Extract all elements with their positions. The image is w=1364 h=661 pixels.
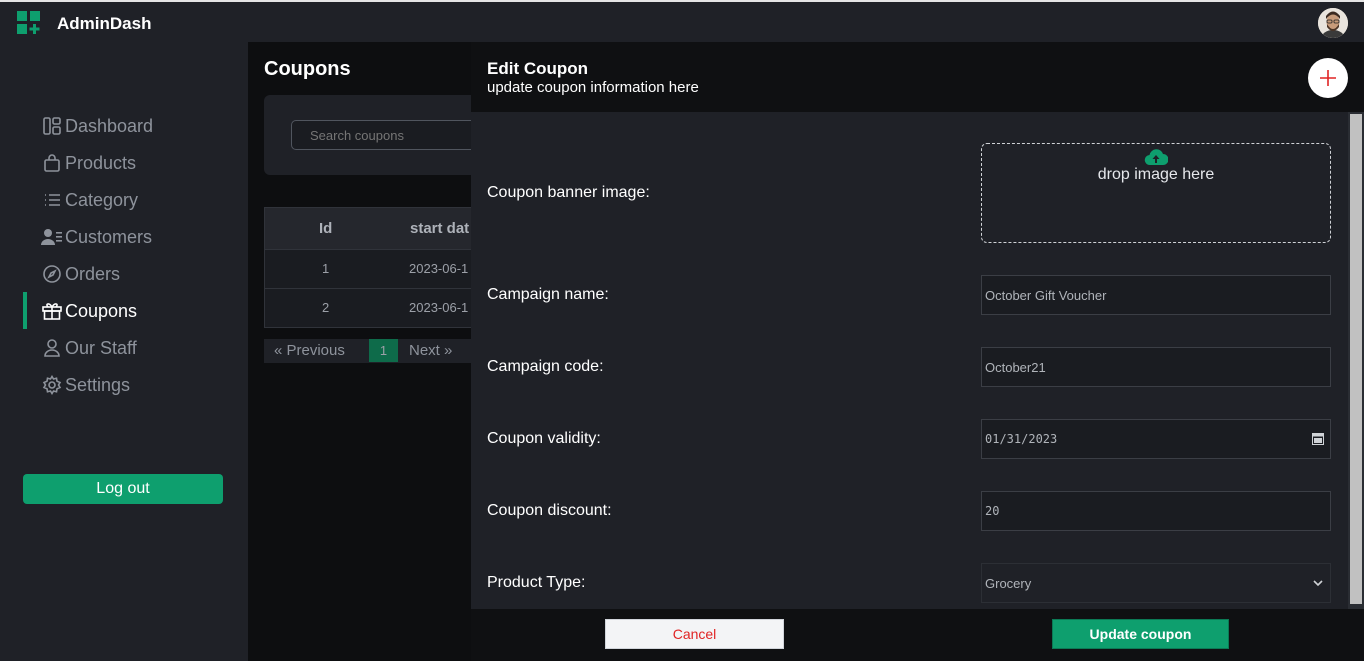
- sidebar-item-label: Our Staff: [65, 337, 137, 358]
- table-header: Id start dat: [265, 208, 495, 249]
- cell-start-date: 2023-06-1: [409, 261, 469, 276]
- cancel-button[interactable]: Cancel: [605, 619, 784, 649]
- coupon-discount-value: 20: [985, 504, 1000, 518]
- logout-button[interactable]: Log out: [23, 474, 223, 504]
- update-coupon-button[interactable]: Update coupon: [1052, 619, 1229, 649]
- page-number-button[interactable]: 1: [369, 339, 398, 362]
- sidebar-item-category[interactable]: Category: [23, 185, 248, 215]
- edit-coupon-drawer: Edit Coupon update coupon information he…: [471, 42, 1364, 661]
- logo-icon[interactable]: [17, 11, 41, 35]
- page-title: Coupons: [264, 58, 351, 80]
- sidebar-item-label: Products: [65, 152, 137, 173]
- campaign-name-value: October Gift Voucher: [985, 287, 1107, 303]
- sidebar-item-our-staff[interactable]: Our Staff: [23, 333, 248, 363]
- user-icon: [40, 336, 64, 360]
- campaign-name-label: Campaign name:: [487, 286, 609, 303]
- coupon-validity-date-input[interactable]: 01/31/2023: [981, 419, 1331, 459]
- drawer-scrollbar[interactable]: [1348, 112, 1364, 609]
- sidebar-item-dashboard[interactable]: Dashboard: [23, 111, 248, 141]
- admin-app: AdminDash Dashboard Products Category Cu…: [0, 0, 1364, 661]
- sidebar-item-products[interactable]: Products: [23, 148, 248, 178]
- chevron-down-icon: [1313, 580, 1323, 587]
- sidebar-item-label: Category: [65, 189, 139, 210]
- sidebar-item-label: Settings: [65, 374, 131, 395]
- cloud-upload-icon: [1144, 149, 1168, 166]
- sidebar-item-label: Customers: [65, 226, 153, 247]
- image-dropzone[interactable]: drop image here: [981, 143, 1331, 243]
- previous-page-button[interactable]: « Previous: [274, 342, 345, 359]
- campaign-name-input[interactable]: October Gift Voucher: [981, 275, 1331, 315]
- product-type-value: Grocery: [985, 575, 1032, 591]
- drawer-title: Edit Coupon: [487, 59, 589, 78]
- list-icon: [40, 188, 64, 212]
- scrollbar-thumb[interactable]: [1350, 114, 1362, 604]
- search-card: [264, 95, 511, 175]
- grid-icon: [40, 114, 64, 138]
- next-page-button[interactable]: Next »: [409, 342, 452, 359]
- sidebar-item-orders[interactable]: Orders: [23, 259, 248, 289]
- coupon-validity-value: 01/31/2023: [985, 432, 1058, 446]
- sidebar: Dashboard Products Category Customers Or…: [0, 42, 248, 661]
- close-icon: [1320, 70, 1336, 86]
- top-bar: AdminDash: [0, 0, 1364, 42]
- avatar-image: [1318, 8, 1348, 38]
- gift-icon: [40, 299, 64, 323]
- table-row[interactable]: 1 2023-06-1: [265, 249, 495, 288]
- dropzone-text: drop image here: [1097, 166, 1215, 183]
- users-icon: [40, 225, 64, 249]
- banner-image-label: Coupon banner image:: [487, 184, 650, 201]
- coupon-validity-label: Coupon validity:: [487, 430, 601, 447]
- campaign-code-input[interactable]: October21: [981, 347, 1331, 387]
- drawer-header: Edit Coupon update coupon information he…: [471, 42, 1364, 112]
- close-button[interactable]: [1308, 58, 1348, 98]
- compass-icon: [40, 262, 64, 286]
- coupon-discount-label: Coupon discount:: [487, 502, 612, 519]
- column-header-start-date[interactable]: start dat: [410, 220, 469, 237]
- sidebar-item-label: Orders: [65, 263, 121, 284]
- coupons-table: Id start dat 1 2023-06-1 2 2023-06-1: [264, 207, 495, 328]
- sidebar-item-coupons[interactable]: Coupons: [23, 292, 248, 329]
- pagination: « Previous 1 Next »: [264, 339, 494, 363]
- column-header-id[interactable]: Id: [319, 220, 332, 237]
- campaign-code-label: Campaign code:: [487, 358, 604, 375]
- drawer-subtitle: update coupon information here: [487, 79, 699, 96]
- gear-icon: [40, 373, 64, 397]
- table-row[interactable]: 2 2023-06-1: [265, 288, 495, 327]
- cell-id: 1: [322, 261, 330, 276]
- sidebar-item-label: Dashboard: [65, 115, 154, 136]
- sidebar-item-customers[interactable]: Customers: [23, 222, 248, 252]
- campaign-code-value: October21: [985, 359, 1046, 375]
- shopping-bag-icon: [40, 151, 64, 175]
- coupon-discount-input[interactable]: 20: [981, 491, 1331, 531]
- sidebar-item-label: Coupons: [65, 300, 138, 321]
- drawer-footer: Cancel Update coupon: [471, 609, 1364, 661]
- avatar[interactable]: [1318, 8, 1348, 38]
- product-type-label: Product Type:: [487, 574, 586, 591]
- calendar-icon[interactable]: [1312, 432, 1324, 445]
- brand-name[interactable]: AdminDash: [57, 14, 151, 34]
- product-type-select[interactable]: Grocery: [981, 563, 1331, 603]
- cell-start-date: 2023-06-1: [409, 300, 469, 315]
- sidebar-item-settings[interactable]: Settings: [23, 370, 248, 400]
- cell-id: 2: [322, 300, 330, 315]
